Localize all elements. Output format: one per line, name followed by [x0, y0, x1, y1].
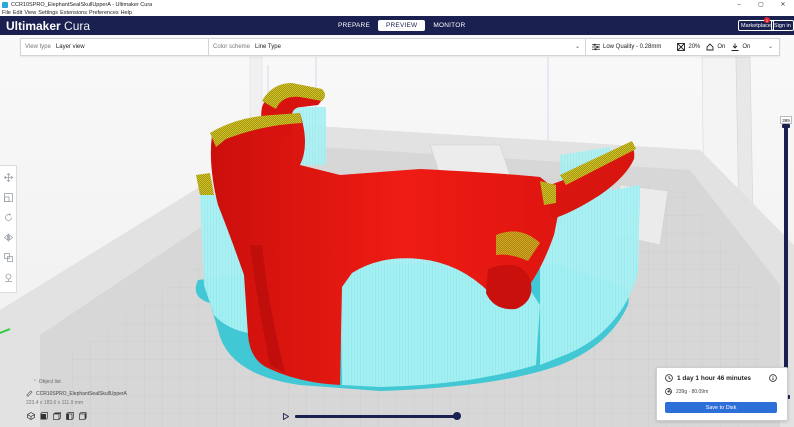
clock-icon: [665, 374, 673, 382]
per-model-settings-button[interactable]: [3, 252, 14, 263]
maximize-button[interactable]: ▢: [750, 0, 772, 9]
infill-value: 20%: [688, 44, 701, 50]
print-settings-selector[interactable]: Low Quality - 0.28mm 20% On On ⌄: [586, 39, 779, 55]
play-icon: [282, 412, 289, 420]
tab-preview[interactable]: PREVIEW: [377, 20, 426, 31]
view-type-value: Layer view: [55, 44, 85, 50]
view-type-selector[interactable]: View type Layer view: [21, 39, 208, 55]
view-top-button[interactable]: [52, 411, 61, 420]
camera-view-buttons: [26, 411, 91, 420]
print-time-estimate: 1 day 1 hour 46 minutes: [677, 374, 752, 382]
scale-tool-button[interactable]: [3, 192, 14, 203]
view-front-button[interactable]: [39, 411, 48, 420]
rotate-icon: [4, 213, 12, 221]
material-usage-row: 239g · 80.09m: [665, 388, 708, 395]
path-slider-handle[interactable]: [453, 412, 461, 420]
adhesion-value: On: [742, 44, 751, 50]
info-icon: [769, 374, 777, 382]
material-usage: 239g · 80.09m: [676, 388, 709, 395]
infill-icon: [677, 43, 686, 51]
move-icon: [3, 173, 13, 182]
menu-preferences[interactable]: Preferences: [88, 10, 120, 16]
logo-light-text: Cura: [60, 19, 91, 33]
rotate-tool-button[interactable]: [3, 212, 14, 223]
menu-extensions[interactable]: Extensions: [59, 10, 88, 16]
object-list-toggle[interactable]: ⌃ Object list: [33, 379, 61, 385]
menu-edit[interactable]: Edit: [12, 10, 23, 16]
object-dimensions: 223.4 x 183.6 x 111.9 mm: [26, 400, 84, 406]
print-details-button[interactable]: [769, 374, 777, 382]
object-list-item[interactable]: CCR10SPRO_ElephantSealSkullUpperA: [26, 390, 127, 397]
support-value: On: [717, 44, 726, 50]
play-simulation-button[interactable]: [282, 412, 289, 420]
window-controls: – ▢ ✕: [728, 0, 794, 9]
print-time-row: 1 day 1 hour 46 minutes: [665, 374, 751, 382]
chevron-down-icon: ⌄: [767, 44, 773, 50]
view-type-label: View type: [25, 44, 51, 50]
app-logo: Ultimaker Cura: [6, 19, 90, 33]
print-info-panel: 1 day 1 hour 46 minutes 239g · 80.09m Sa…: [656, 367, 788, 421]
cube-right-icon: [78, 411, 86, 420]
cura-app-icon: [2, 1, 8, 8]
tab-prepare[interactable]: PREPARE: [330, 20, 378, 31]
app-header: Ultimaker Cura PREPARE PREVIEW MONITOR M…: [0, 16, 794, 35]
support-icon: [706, 43, 714, 51]
window-title: CCR10SPRO_ElephantSealSkullUpperA - Ulti…: [11, 1, 153, 8]
support-blocker-icon: [4, 273, 12, 282]
window-titlebar: CCR10SPRO_ElephantSealSkullUpperA - Ulti…: [0, 0, 794, 9]
view-left-button[interactable]: [65, 411, 74, 420]
adhesion-icon: [731, 43, 739, 51]
cube-front-icon: [39, 411, 48, 420]
view-toolbar: View type Layer view Color scheme Line T…: [20, 38, 780, 56]
view-3d-button[interactable]: [26, 411, 35, 420]
layer-slider-track[interactable]: [784, 124, 788, 398]
support-blocker-button[interactable]: [3, 272, 14, 283]
menu-file[interactable]: File: [1, 10, 12, 16]
quality-profile: Low Quality - 0.28mm: [603, 44, 662, 50]
view-right-button[interactable]: [78, 411, 87, 420]
color-scheme-label: Color scheme: [213, 44, 251, 50]
chevron-down-icon: ⌄: [574, 44, 580, 50]
layer-slider-upper-handle[interactable]: [782, 124, 790, 128]
scale-icon: [3, 193, 13, 202]
path-slider-track[interactable]: [295, 415, 457, 418]
close-button[interactable]: ✕: [772, 0, 794, 9]
object-list-panel: ⌃ Object list CCR10SPRO_ElephantSealSkul…: [26, 379, 166, 423]
mirror-icon: [3, 233, 13, 242]
spool-icon: [665, 388, 672, 395]
color-scheme-selector[interactable]: Color scheme Line Type ⌄: [209, 39, 585, 55]
cube-top-icon: [52, 411, 61, 420]
cube-3d-icon: [26, 411, 35, 420]
menu-view[interactable]: View: [23, 10, 37, 16]
minimize-button[interactable]: –: [728, 0, 750, 9]
menu-bar: File Edit View Settings Extensions Prefe…: [0, 9, 794, 16]
stage-tabs: PREPARE PREVIEW MONITOR: [330, 20, 473, 31]
per-model-settings-icon: [3, 253, 13, 262]
layer-number-input[interactable]: 399: [780, 116, 792, 124]
object-list-label: Object list: [38, 379, 61, 385]
object-name: CCR10SPRO_ElephantSealSkullUpperA: [36, 390, 127, 397]
tool-panel: [0, 165, 17, 293]
logo-bold-text: Ultimaker: [6, 19, 61, 33]
save-to-disk-button[interactable]: Save to Disk: [665, 402, 777, 413]
color-scheme-value: Line Type: [255, 44, 281, 50]
notification-badge: 1: [764, 17, 770, 23]
move-tool-button[interactable]: [3, 172, 14, 183]
pencil-icon: [26, 390, 33, 397]
mirror-tool-button[interactable]: [3, 232, 14, 243]
chevron-up-icon: ⌃: [33, 379, 37, 384]
sign-in-button[interactable]: Sign in: [771, 20, 794, 31]
tab-monitor[interactable]: MONITOR: [425, 20, 473, 31]
sliders-icon: [592, 43, 600, 51]
cube-left-icon: [65, 411, 74, 420]
menu-settings[interactable]: Settings: [37, 10, 59, 16]
menu-help[interactable]: Help: [120, 10, 133, 16]
